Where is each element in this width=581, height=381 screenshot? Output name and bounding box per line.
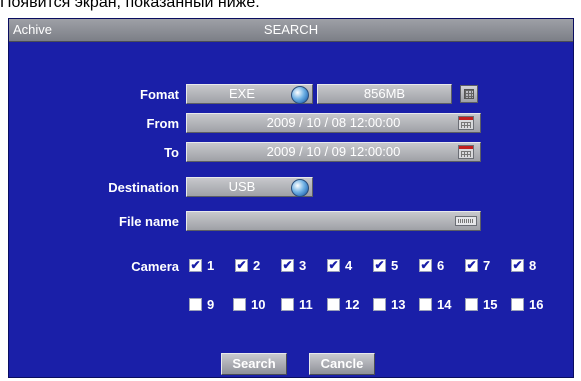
format-select[interactable]: EXE bbox=[186, 84, 313, 104]
title-bar: Achive SEARCH bbox=[9, 19, 573, 42]
camera-checkbox-15[interactable] bbox=[465, 298, 478, 311]
camera-number-label: 1 bbox=[207, 258, 215, 273]
camera-number-label: 6 bbox=[437, 258, 445, 273]
dropdown-globe-icon[interactable] bbox=[291, 86, 309, 104]
cancel-button[interactable]: Cancle bbox=[309, 353, 375, 375]
camera-checkbox-13[interactable] bbox=[373, 298, 386, 311]
camera-number-label: 5 bbox=[391, 258, 399, 273]
search-button[interactable]: Search bbox=[221, 353, 287, 375]
camera-checkbox-3[interactable]: ✔ bbox=[281, 259, 294, 272]
camera-number-label: 4 bbox=[345, 258, 353, 273]
destination-select[interactable]: USB bbox=[186, 177, 313, 197]
destination-label: Destination bbox=[108, 180, 179, 195]
file-name-label: File name bbox=[119, 214, 179, 229]
camera-checkbox-9[interactable] bbox=[189, 298, 202, 311]
search-dialog: Achive SEARCH Fomat EXE 856MB From 2009 … bbox=[8, 18, 574, 378]
camera-checkbox-16[interactable] bbox=[511, 298, 524, 311]
camera-checkbox-14[interactable] bbox=[419, 298, 432, 311]
window-title: SEARCH bbox=[263, 22, 319, 37]
camera-checkbox-10[interactable] bbox=[233, 298, 246, 311]
format-value: EXE bbox=[228, 86, 255, 101]
camera-number-label: 7 bbox=[483, 258, 491, 273]
camera-number-label: 11 bbox=[299, 297, 313, 312]
camera-number-label: 14 bbox=[437, 297, 452, 312]
calendar-icon[interactable] bbox=[458, 145, 474, 159]
camera-number-label: 8 bbox=[529, 258, 537, 273]
from-datetime-field[interactable]: 2009 / 10 / 08 12:00:00 bbox=[186, 113, 481, 133]
to-label: To bbox=[164, 145, 179, 160]
camera-label: Camera bbox=[131, 259, 179, 274]
file-name-input[interactable] bbox=[186, 211, 481, 231]
camera-checkbox-6[interactable]: ✔ bbox=[419, 259, 432, 272]
camera-number-label: 15 bbox=[483, 297, 498, 312]
camera-checkbox-5[interactable]: ✔ bbox=[373, 259, 386, 272]
keyboard-icon[interactable] bbox=[455, 216, 477, 226]
to-datetime-value: 2009 / 10 / 09 12:00:00 bbox=[266, 144, 401, 159]
camera-checkbox-7[interactable]: ✔ bbox=[465, 259, 478, 272]
format-label: Fomat bbox=[140, 87, 179, 102]
destination-value: USB bbox=[228, 179, 256, 194]
to-datetime-field[interactable]: 2009 / 10 / 09 12:00:00 bbox=[186, 142, 481, 162]
camera-checkbox-8[interactable]: ✔ bbox=[511, 259, 524, 272]
camera-checkbox-12[interactable] bbox=[327, 298, 340, 311]
camera-number-label: 12 bbox=[345, 297, 360, 312]
camera-checkbox-4[interactable]: ✔ bbox=[327, 259, 340, 272]
camera-number-label: 10 bbox=[251, 297, 266, 312]
calendar-icon[interactable] bbox=[458, 116, 474, 130]
from-label: From bbox=[146, 116, 180, 131]
camera-number-label: 3 bbox=[299, 258, 307, 273]
calculator-icon[interactable] bbox=[460, 85, 478, 103]
camera-checkbox-11[interactable] bbox=[281, 298, 294, 311]
camera-number-label: 13 bbox=[391, 297, 406, 312]
page-caption: Появится экран, показанный ниже. bbox=[0, 0, 260, 11]
dropdown-globe-icon[interactable] bbox=[291, 179, 309, 197]
file-size-display: 856MB bbox=[317, 84, 452, 104]
camera-number-label: 9 bbox=[207, 297, 215, 312]
camera-number-label: 2 bbox=[253, 258, 261, 273]
camera-checkbox-2[interactable]: ✔ bbox=[235, 259, 248, 272]
camera-checkbox-1[interactable]: ✔ bbox=[189, 259, 202, 272]
from-datetime-value: 2009 / 10 / 08 12:00:00 bbox=[266, 115, 401, 130]
camera-number-label: 16 bbox=[529, 297, 544, 312]
